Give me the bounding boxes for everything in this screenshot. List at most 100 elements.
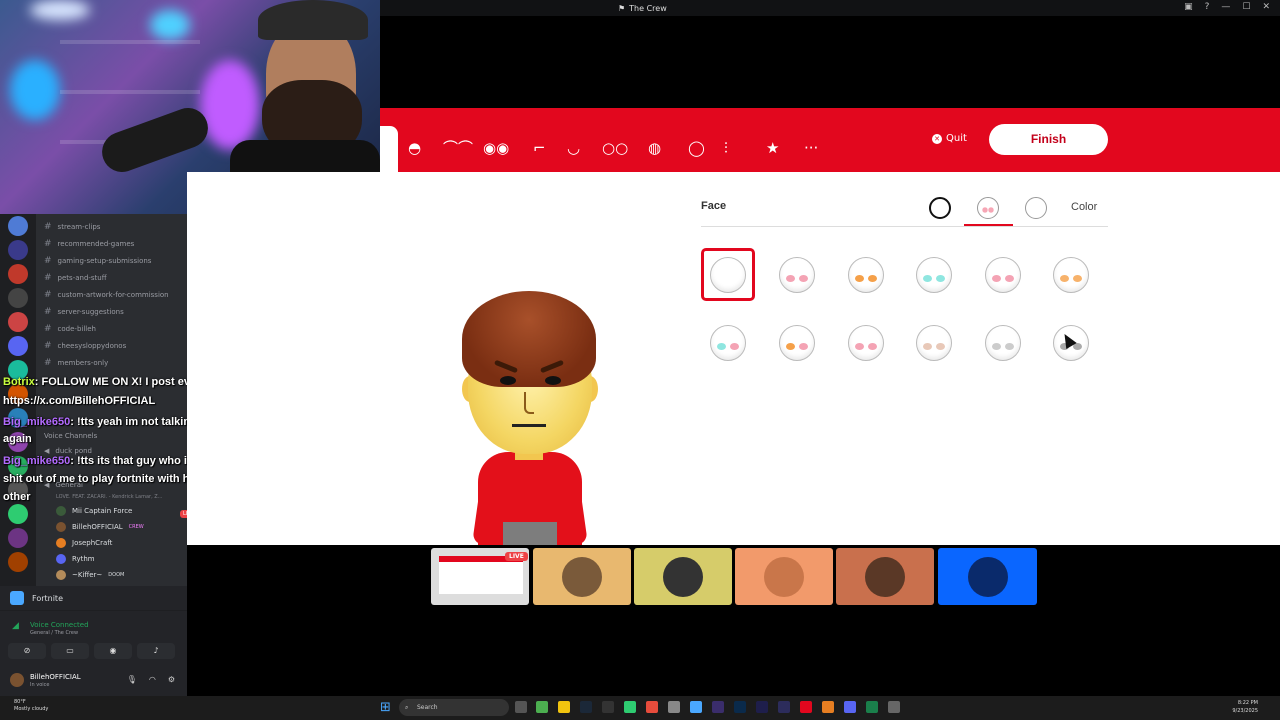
task-view-icon[interactable]	[515, 701, 527, 713]
obs-icon[interactable]	[668, 701, 680, 713]
voice-user[interactable]: JosephCraft	[56, 538, 112, 548]
server-icon[interactable]	[8, 240, 28, 260]
activity-bar[interactable]: Fortnite	[0, 586, 187, 610]
camera-button[interactable]: ⊘	[8, 643, 46, 659]
app-icon-red[interactable]	[800, 701, 812, 713]
voice-user[interactable]: Mii Captain Force	[56, 506, 132, 516]
steam-icon[interactable]	[580, 701, 592, 713]
server-icon[interactable]	[8, 552, 28, 572]
nose-icon[interactable]: ⌐	[533, 139, 546, 157]
chrome-icon[interactable]	[536, 701, 548, 713]
server-icon[interactable]	[8, 504, 28, 524]
finish-button[interactable]: Finish	[989, 124, 1108, 155]
favorite-star-icon[interactable]: ★	[766, 139, 779, 157]
face-option[interactable]	[848, 325, 884, 361]
photos-icon[interactable]	[690, 701, 702, 713]
channel-item[interactable]: # server-suggestions	[44, 305, 124, 319]
face-option[interactable]	[985, 325, 1021, 361]
hash-icon: #	[44, 222, 52, 232]
face-option[interactable]	[779, 257, 815, 293]
face-option[interactable]	[1053, 257, 1089, 293]
epic-games-icon[interactable]	[602, 701, 614, 713]
hash-icon: #	[44, 358, 52, 368]
face-option[interactable]	[916, 257, 952, 293]
channel-item[interactable]: # members-only	[44, 356, 108, 370]
active-tab[interactable]	[380, 126, 398, 172]
file-explorer-icon[interactable]	[558, 701, 570, 713]
photoshop-icon[interactable]	[734, 701, 746, 713]
soundboard-button[interactable]: ♪	[137, 643, 175, 659]
participant-tile[interactable]	[735, 548, 833, 605]
eyes-icon[interactable]: ◉◉	[483, 139, 509, 157]
participant-tile[interactable]	[836, 548, 934, 605]
face-shape-icon[interactable]: ◯	[688, 139, 705, 157]
minimize-button[interactable]: —	[1221, 2, 1230, 12]
app-icon[interactable]	[646, 701, 658, 713]
wrinkles-tab[interactable]	[1025, 197, 1047, 219]
hash-icon: #	[44, 307, 52, 317]
face-option[interactable]	[779, 325, 815, 361]
body-icon[interactable]: ⫶	[724, 139, 728, 157]
premiere-icon[interactable]	[756, 701, 768, 713]
glasses-icon[interactable]: ○○	[602, 139, 628, 157]
voice-user[interactable]: ~Kiffer~ DOOM	[56, 570, 124, 580]
face-shape-tab[interactable]	[929, 197, 951, 219]
mouth-icon[interactable]: ◡	[567, 139, 580, 157]
channel-item[interactable]: # gaming-setup-submissions	[44, 254, 151, 268]
channel-item[interactable]: # stream-clips	[44, 220, 100, 234]
channel-item[interactable]: # recommended-games	[44, 237, 134, 251]
crew-badge: CREW	[128, 524, 144, 530]
screen-share-button[interactable]: ▭	[51, 643, 89, 659]
server-icon[interactable]	[8, 528, 28, 548]
face-option[interactable]	[985, 257, 1021, 293]
avatar[interactable]	[10, 673, 24, 687]
face-option[interactable]	[848, 257, 884, 293]
system-clock[interactable]: 8:22 PM 9/23/2025	[1232, 699, 1258, 715]
taskbar-search[interactable]: ⌕ Search	[399, 699, 509, 716]
voice-user[interactable]: BillehOFFICIAL CREW	[56, 522, 144, 532]
participant-tile[interactable]	[938, 548, 1037, 605]
settings-icon[interactable]	[888, 701, 900, 713]
channel-item[interactable]: # pets-and-stuff	[44, 271, 107, 285]
help-icon[interactable]: ?	[1205, 2, 1210, 12]
channel-item[interactable]: # code-billeh	[44, 322, 96, 336]
user-status: In voice	[30, 682, 50, 688]
microphone-icon[interactable]: 🎙	[127, 675, 137, 684]
server-icon[interactable]	[8, 264, 28, 284]
quit-button[interactable]: ✕ Quit	[932, 133, 967, 144]
maximize-button[interactable]: ☐	[1242, 2, 1250, 12]
hair-icon[interactable]: ◓	[408, 139, 421, 157]
participant-tile[interactable]	[533, 548, 631, 605]
face-option[interactable]	[710, 325, 746, 361]
color-tab[interactable]: Color	[1071, 201, 1097, 213]
discord-icon[interactable]	[844, 701, 856, 713]
channel-item[interactable]: # cheesysloppydonos	[44, 339, 126, 353]
inbox-icon[interactable]: ▣	[1184, 2, 1193, 12]
voice-channels-header[interactable]: Voice Channels	[44, 429, 97, 443]
makeup-tab[interactable]	[977, 197, 999, 219]
taskbar: 80°F Mostly cloudy ⊞ ⌕ Search 8:22 PM 9/…	[0, 696, 1280, 720]
eyebrows-icon[interactable]: ⌒⌒	[443, 139, 473, 157]
weather-widget[interactable]: 80°F Mostly cloudy	[14, 699, 48, 713]
excel-icon[interactable]	[866, 701, 878, 713]
participant-tile[interactable]	[634, 548, 732, 605]
face-option[interactable]	[916, 325, 952, 361]
headphones-icon[interactable]: ◠	[149, 675, 156, 684]
server-icon[interactable]	[8, 216, 28, 236]
windows-start-icon[interactable]: ⊞	[380, 700, 391, 715]
gear-icon[interactable]: ⚙	[168, 675, 175, 684]
channel-item[interactable]: # custom-artwork-for-commission	[44, 288, 169, 302]
server-icon[interactable]	[8, 312, 28, 332]
server-icon[interactable]	[8, 336, 28, 356]
voice-location[interactable]: General / The Crew	[30, 630, 78, 636]
more-icon[interactable]: ···	[804, 139, 818, 157]
xbox-icon[interactable]	[624, 701, 636, 713]
beard-icon[interactable]: ◍	[648, 139, 661, 157]
close-button[interactable]: ✕	[1262, 2, 1270, 12]
voice-user[interactable]: Rythm	[56, 554, 95, 564]
app-icon-orange[interactable]	[822, 701, 834, 713]
after-effects-icon[interactable]	[712, 701, 724, 713]
media-encoder-icon[interactable]	[778, 701, 790, 713]
server-icon[interactable]	[8, 288, 28, 308]
activity-button[interactable]: ◉	[94, 643, 132, 659]
